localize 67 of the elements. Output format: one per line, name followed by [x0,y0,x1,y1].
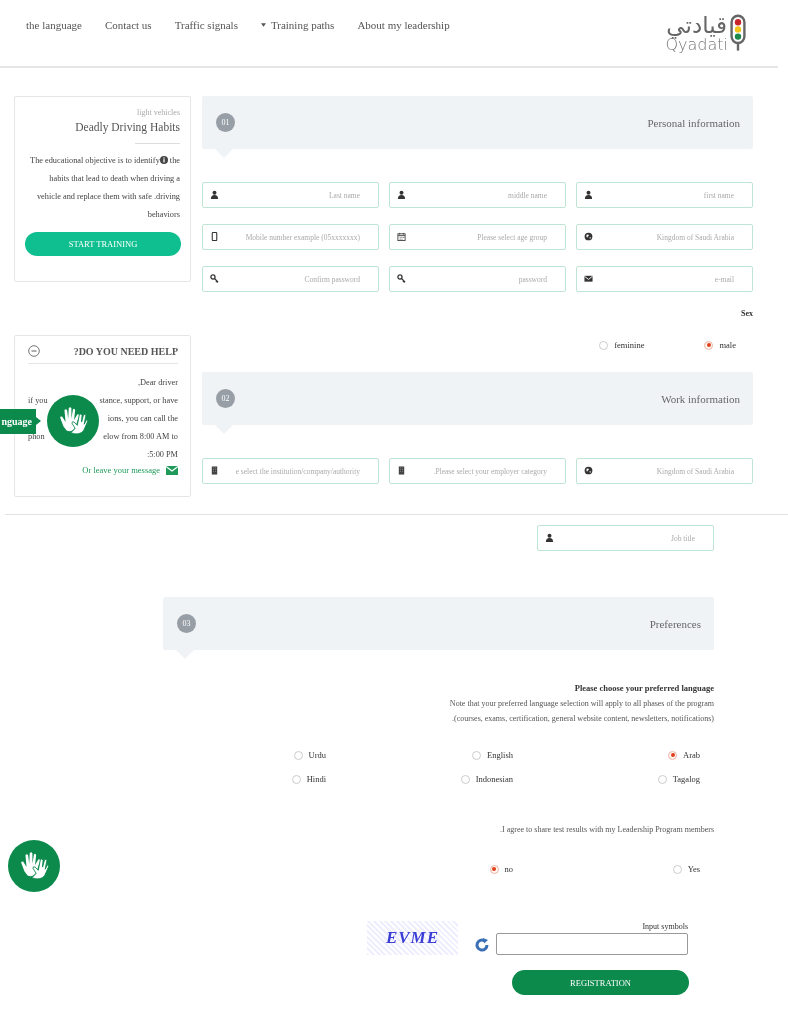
user-icon [210,190,219,199]
section-title: Preferences [649,617,701,630]
help-text: if you [28,395,48,407]
help-text: phon [28,431,45,443]
envelope-icon [166,465,178,475]
step-number: 02 [216,389,235,408]
language-question: Please choose your preferred language [573,683,714,693]
help-title: ?DO YOU NEED HELP [73,345,178,357]
globe-icon [584,232,593,241]
help-text: ,Dear driver [137,377,178,389]
sign-language-tab[interactable]: nguage [0,408,36,434]
sex-label: Sex [740,309,753,318]
tab-arrow-icon [36,417,41,425]
nav-link[interactable]: Training paths [260,18,335,31]
hands-icon [57,405,89,437]
radio-option[interactable]: Indonesian [460,774,513,784]
leave-message-link[interactable]: Or leave your message [82,465,160,475]
building-icon [397,466,406,475]
step-number: 03 [177,614,196,633]
share-question: .I agree to share test results with my Leadership Program members [499,825,714,834]
user-icon [397,190,406,199]
step-number: 01 [216,113,235,132]
nav-link[interactable]: Contact us [104,18,152,31]
radio-option[interactable]: Urdu [293,750,326,760]
user-icon [545,533,554,542]
user-icon [584,190,593,199]
section-title: Personal information [647,116,740,129]
phone-icon [210,232,219,241]
radio-option[interactable]: Yes [672,864,700,874]
language-note: Note that your preferred language selection will apply to all phases of the program [448,699,714,708]
logo-arabic-text: قيادتي [666,13,728,37]
help-text: ions, you can call the [107,413,178,425]
course-title: Deadly Driving Habits [74,121,180,133]
captcha-label: Input symbols [642,922,688,931]
radio-circle[interactable] [704,340,714,350]
sign-language-button[interactable] [8,840,60,892]
radio-circle[interactable] [489,864,499,874]
nav-link[interactable]: Traffic signals [174,18,238,31]
help-text: :5:00 PM [146,449,178,461]
help-text: elow from 8:00 AM to [103,431,178,443]
radio-option[interactable]: English [472,750,513,760]
course-objective: The educational objective is to identify the habits that lead to death when driving a vehicle and replace them with safe .driving behaviors [29,155,180,221]
sign-language-button[interactable] [47,395,99,447]
course-category: light vehicles [136,108,180,117]
envelope-icon [584,274,593,283]
section-title: Work information [661,392,740,405]
radio-option[interactable]: no [489,864,513,874]
radio-option[interactable]: Hindi [291,774,326,784]
info-icon [159,156,168,164]
nav-link[interactable]: About my leadership [357,18,450,31]
hands-icon [18,850,50,882]
radio-circle[interactable] [668,750,677,760]
captcha-image: EVME [367,921,458,955]
radio-option[interactable]: Arab [668,750,700,760]
help-text: stance, support, or have [99,395,178,407]
refresh-icon[interactable] [474,937,490,953]
registration-button[interactable]: REGISTRATION [512,970,689,995]
captcha-field[interactable] [496,933,688,955]
radio-option[interactable]: feminine [599,340,645,350]
radio-option[interactable]: male [704,340,736,350]
radio-option[interactable]: Tagalog [657,774,700,784]
building-icon [210,466,219,475]
globe-icon [584,466,593,475]
calendar-icon [397,232,406,241]
language-note: .(courses, exams, certification, general website content, newsletters, notifications) [451,714,714,723]
nav-link[interactable]: the language [26,18,82,31]
collapse-icon[interactable] [28,345,40,357]
